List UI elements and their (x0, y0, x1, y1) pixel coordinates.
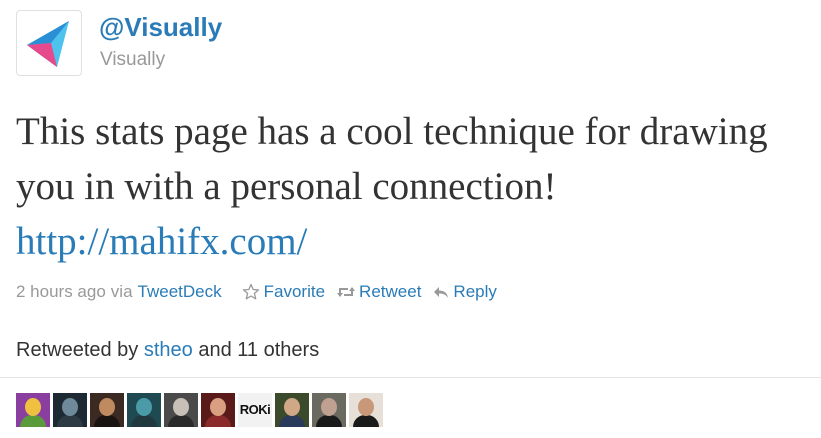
avatar-person-head (99, 398, 115, 416)
reply-arrow-icon (434, 287, 449, 298)
reply-label: Reply (453, 282, 497, 301)
reply-button[interactable]: Reply (433, 282, 497, 302)
avatar-logo-text: ROKi (239, 402, 271, 417)
avatar-person-body (168, 415, 194, 427)
retweeter-avatar[interactable] (90, 393, 124, 427)
retweeter-avatar[interactable] (164, 393, 198, 427)
avatar-person-head (284, 398, 300, 416)
favorite-button[interactable]: Favorite (242, 282, 325, 302)
avatar-person-body (94, 415, 120, 427)
retweeted-by-suffix: and 11 others (198, 339, 320, 361)
author-screen-name[interactable]: @Visually (99, 12, 222, 43)
retweeter-avatar[interactable] (349, 393, 383, 427)
avatar-person-head (173, 398, 189, 416)
retweeter-avatar[interactable] (201, 393, 235, 427)
divider (0, 377, 821, 378)
visually-logo-icon (27, 21, 69, 67)
retweeter-avatar[interactable] (16, 393, 50, 427)
avatar-person-head (62, 398, 78, 416)
avatar-person-body (353, 415, 379, 427)
avatar-person-body (205, 415, 231, 427)
tweet-text: This stats page has a cool technique for… (16, 104, 776, 269)
retweeted-by-line: Retweeted by stheo and 11 others (16, 339, 319, 362)
client-link[interactable]: TweetDeck (138, 282, 222, 302)
retweeter-avatar[interactable] (127, 393, 161, 427)
retweeter-avatar[interactable]: ROKi (238, 393, 272, 427)
favorite-label: Favorite (263, 282, 326, 301)
retweeter-avatar[interactable] (312, 393, 346, 427)
retweeter-link[interactable]: stheo (144, 339, 193, 361)
avatar-person-head (136, 398, 152, 416)
avatar-person-head (358, 398, 374, 416)
avatar-person-head (25, 398, 41, 416)
retweet-label: Retweet (359, 282, 422, 301)
retweeted-by-prefix: Retweeted by (16, 339, 139, 361)
retweet-icon (337, 287, 356, 297)
retweeter-avatar[interactable] (53, 393, 87, 427)
tweet-timestamp[interactable]: 2 hours ago (16, 282, 106, 302)
author-avatar[interactable] (16, 10, 82, 76)
tweet-link[interactable]: http://mahifx.com/ (16, 220, 307, 263)
avatar-person-body (20, 415, 46, 427)
author-full-name: Visually (100, 49, 166, 70)
star-icon (242, 283, 259, 300)
retweeter-avatars: ROKi (16, 393, 386, 427)
avatar-person-body (316, 415, 342, 427)
tweet-meta-row: 2 hours ago via TweetDeck Favorite Retwe… (16, 282, 497, 302)
retweet-button[interactable]: Retweet (337, 282, 421, 302)
avatar-person-body (279, 415, 305, 427)
via-label: via (110, 282, 133, 301)
avatar-person-body (131, 415, 157, 427)
avatar-person-body (57, 415, 83, 427)
avatar-person-head (321, 398, 337, 416)
avatar-person-head (210, 398, 226, 416)
retweeter-avatar[interactable] (275, 393, 309, 427)
tweet-body: This stats page has a cool technique for… (16, 110, 768, 208)
